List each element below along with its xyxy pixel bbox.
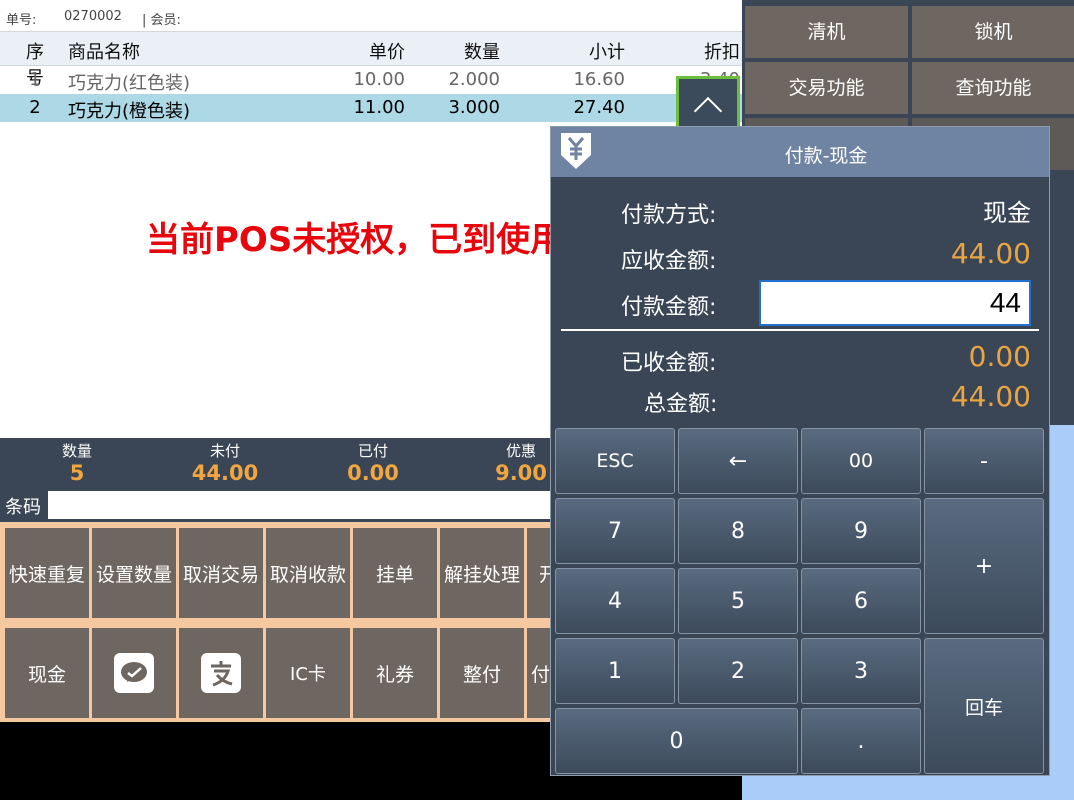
total-value: 44.00 <box>950 380 1031 413</box>
summary-unpaid: 未付 44.00 <box>170 440 280 485</box>
cancel-transaction-button[interactable]: 取消交易 <box>179 528 263 618</box>
receivable-value: 44.00 <box>950 237 1031 270</box>
alipay-icon <box>201 653 241 693</box>
key-3[interactable]: 3 <box>801 638 921 704</box>
yen-download-icon <box>561 133 591 169</box>
clear-machine-button[interactable]: 清机 <box>745 6 908 58</box>
order-number-label: 单号: <box>6 13 37 28</box>
hold-order-button[interactable]: 挂单 <box>353 528 437 618</box>
esc-key[interactable]: ESC <box>555 428 675 494</box>
received-label: 已收金额: <box>621 351 717 376</box>
row-subtotal: 27.40 <box>573 97 625 118</box>
dialog-title-bar: 付款-现金 <box>551 127 1049 177</box>
summary-paid-label: 已付 <box>357 442 388 460</box>
lock-machine-button[interactable]: 锁机 <box>912 6 1074 58</box>
chevron-up-icon <box>693 96 723 126</box>
col-header-subtotal: 小计 <box>589 42 625 63</box>
row-name: 巧克力(红色装) <box>68 73 191 94</box>
row-qty: 3.000 <box>448 97 500 118</box>
divider <box>561 329 1039 331</box>
quick-repeat-button[interactable]: 快速重复 <box>5 528 89 618</box>
items-table-header: 序号 商品名称 单价 数量 小计 折扣 <box>0 32 742 89</box>
key-2[interactable]: 2 <box>678 638 798 704</box>
summary-qty-value: 5 <box>69 461 85 485</box>
barcode-label: 条码 <box>5 497 41 518</box>
row-name: 巧克力(橙色装) <box>68 101 191 122</box>
summary-unpaid-label: 未付 <box>209 442 240 460</box>
voucher-button[interactable]: 礼券 <box>353 628 437 718</box>
ic-card-button[interactable]: IC卡 <box>266 628 350 718</box>
key-8[interactable]: 8 <box>678 498 798 564</box>
total-label: 总金额: <box>644 392 718 417</box>
summary-paid: 已付 0.00 <box>318 440 428 485</box>
col-header-qty: 数量 <box>464 42 500 63</box>
col-header-price: 单价 <box>369 42 405 63</box>
unauthorized-warning: 当前POS未授权，已到使用 <box>146 220 565 260</box>
cancel-payment-button[interactable]: 取消收款 <box>266 528 350 618</box>
payment-amount-label: 付款金额: <box>621 295 717 320</box>
table-row[interactable]: 1 巧克力(红色装) 10.00 2.000 16.60 3.40 <box>0 66 742 94</box>
minus-key[interactable]: - <box>924 428 1044 494</box>
dialog-title: 付款-现金 <box>784 145 868 167</box>
row-no: 2 <box>29 97 41 118</box>
cash-pay-button[interactable]: 现金 <box>5 628 89 718</box>
summary-unpaid-value: 44.00 <box>191 461 259 485</box>
numeric-keypad: ESC ← 00 - 7 8 9 + 4 5 6 1 2 3 回车 0 . <box>551 425 1049 777</box>
key-1[interactable]: 1 <box>555 638 675 704</box>
enter-key[interactable]: 回车 <box>924 638 1044 774</box>
set-quantity-button[interactable]: 设置数量 <box>92 528 176 618</box>
row-no: 1 <box>29 69 41 90</box>
key-7[interactable]: 7 <box>555 498 675 564</box>
key-4[interactable]: 4 <box>555 568 675 634</box>
summary-paid-value: 0.00 <box>347 461 399 485</box>
payment-dialog: 付款-现金 付款方式: 现金 应收金额: 44.00 付款金额: 已收金额: 0… <box>550 126 1050 776</box>
receivable-label: 应收金额: <box>621 249 717 274</box>
pay-method-label: 付款方式: <box>621 203 717 228</box>
order-number: 0270002 <box>64 9 122 24</box>
backspace-key[interactable]: ← <box>678 428 798 494</box>
barcode-input[interactable] <box>48 491 588 519</box>
member-label: | 会员: <box>142 13 181 28</box>
key-5[interactable]: 5 <box>678 568 798 634</box>
row-price: 10.00 <box>353 69 405 90</box>
key-6[interactable]: 6 <box>801 568 921 634</box>
summary-qty-label: 数量 <box>61 442 92 460</box>
received-value: 0.00 <box>968 340 1031 373</box>
query-functions-button[interactable]: 查询功能 <box>912 62 1074 114</box>
col-header-name: 商品名称 <box>68 42 140 63</box>
alipay-button[interactable] <box>179 628 263 718</box>
wechat-pay-button[interactable] <box>92 628 176 718</box>
double-zero-key[interactable]: 00 <box>801 428 921 494</box>
row-subtotal: 16.60 <box>573 69 625 90</box>
decimal-key[interactable]: . <box>801 708 921 774</box>
full-pay-button[interactable]: 整付 <box>440 628 524 718</box>
summary-qty: 数量 5 <box>22 440 132 485</box>
plus-key[interactable]: + <box>924 498 1044 634</box>
order-info-bar: 单号: 0270002 | 会员: <box>0 0 742 32</box>
table-row-selected[interactable]: 2 巧克力(橙色装) 11.00 3.000 27.40 <box>0 94 742 122</box>
payment-amount-input[interactable] <box>759 280 1031 326</box>
wechat-pay-icon <box>114 653 154 693</box>
transaction-functions-button[interactable]: 交易功能 <box>745 62 908 114</box>
key-0[interactable]: 0 <box>555 708 798 774</box>
row-qty: 2.000 <box>448 69 500 90</box>
key-9[interactable]: 9 <box>801 498 921 564</box>
pay-method-value: 现金 <box>983 199 1031 227</box>
row-price: 11.00 <box>353 97 405 118</box>
col-header-discount: 折扣 <box>704 42 740 63</box>
resume-order-button[interactable]: 解挂处理 <box>440 528 524 618</box>
